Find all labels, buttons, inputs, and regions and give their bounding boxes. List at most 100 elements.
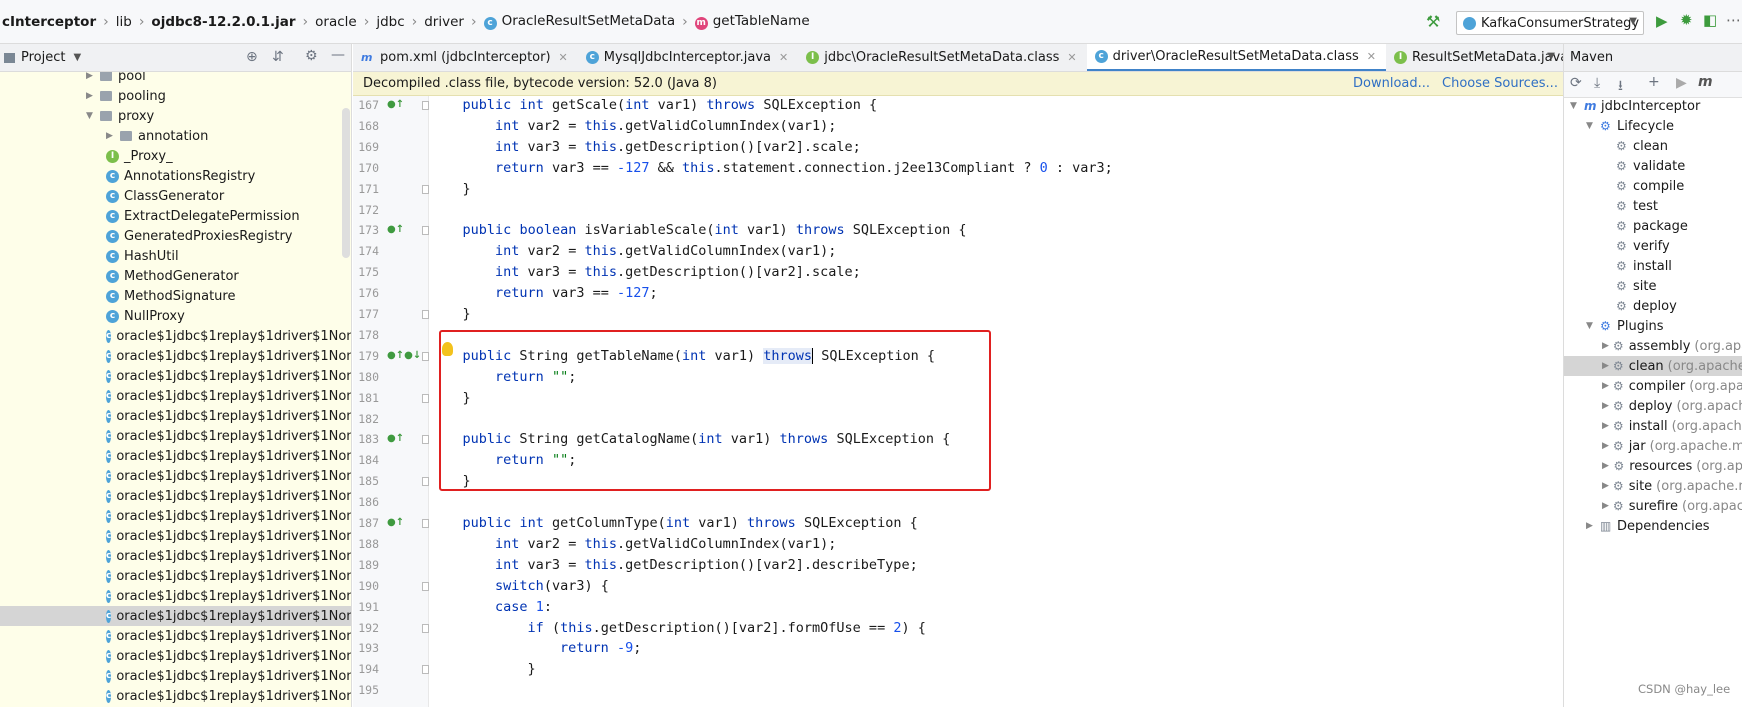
chevron-down-icon[interactable]: ▼ [1586,121,1596,131]
tree-item[interactable]: c ExtractDelegatePermission [0,206,351,226]
editor-tab[interactable]: m pom.xml (jdbcInterceptor) ✕ [353,44,578,71]
locate-icon[interactable]: ⊕ [246,49,258,65]
maven-tree-item[interactable]: ⚙ site [1564,276,1742,296]
chevron-right-icon[interactable]: ▶ [1602,341,1609,351]
tree-item[interactable]: c oracle$1jdbc$1replay$1driver$1NonTxnRep… [0,606,351,626]
maven-tree-item[interactable]: ⚙ deploy [1564,296,1742,316]
tree-item[interactable]: c oracle$1jdbc$1replay$1driver$1NonTxnRep… [0,426,351,446]
chevron-down-icon[interactable]: ▼ [1586,321,1596,331]
tree-item[interactable]: c oracle$1jdbc$1replay$1driver$1NonTxnRep… [0,386,351,406]
run-icon[interactable]: ▶ [1656,12,1668,30]
maven-goal-icon[interactable]: m [1698,74,1713,90]
editor-tab[interactable]: IResultSetMetaData.java✕ [1386,44,1563,71]
maven-tree-item[interactable]: ⚙ verify [1564,236,1742,256]
maven-tree-item[interactable]: ⚙ test [1564,196,1742,216]
reload-icon[interactable]: ⟳ [1570,75,1582,91]
fold-marker-icon[interactable] [422,101,429,110]
tree-item[interactable]: c oracle$1jdbc$1replay$1driver$1NonTxnRep… [0,626,351,646]
breadcrumb-item[interactable]: m getTableName [694,13,810,30]
project-panel-title[interactable]: Project [21,50,65,65]
download-icon[interactable]: ⭳ [1618,75,1623,99]
fold-marker-icon[interactable] [422,435,429,445]
chevron-right-icon[interactable]: ▶ [1602,401,1609,411]
fold-marker-icon[interactable] [422,665,429,675]
close-icon[interactable]: ✕ [559,51,568,64]
breadcrumb-item[interactable]: jdbc [376,14,404,30]
tree-item[interactable]: c oracle$1jdbc$1replay$1driver$1NonTxnRep… [0,406,351,426]
fold-marker-icon[interactable] [422,477,429,487]
close-icon[interactable]: ✕ [1367,50,1376,63]
breadcrumb-item[interactable]: oracle [315,14,357,30]
chevron-right-icon[interactable]: ▶ [1602,441,1609,451]
debug-icon[interactable]: ✹ [1680,11,1693,29]
override-marker-icon[interactable]: ●↑ [387,99,404,110]
chevron-right-icon[interactable]: ▶ [1602,361,1609,371]
fold-marker-icon[interactable] [422,351,429,361]
tree-item[interactable]: c oracle$1jdbc$1replay$1driver$1NonTxnRep… [0,506,351,526]
fold-marker-icon[interactable] [422,184,429,194]
chevron-right-icon[interactable]: ▶ [1586,521,1596,531]
fold-marker-icon[interactable] [422,623,429,633]
tree-item[interactable]: ▶ pool [0,72,351,86]
close-icon[interactable]: ✕ [779,51,788,64]
tree-item[interactable]: c oracle$1jdbc$1replay$1driver$1NonTxnRep… [0,526,351,546]
tree-item[interactable]: c oracle$1jdbc$1replay$1driver$1NonTxnRep… [0,366,351,386]
lightbulb-icon[interactable] [442,342,453,356]
override-marker-icon[interactable]: ●↑ [387,224,404,235]
maven-tree-item[interactable]: ▶ ⚙ resources (org.ap [1564,456,1742,476]
breadcrumb-item[interactable]: c OracleResultSetMetaData [483,13,675,30]
close-icon[interactable]: ✕ [1067,51,1076,64]
maven-tree-item[interactable]: ⚙ install [1564,256,1742,276]
tree-item[interactable]: c oracle$1jdbc$1replay$1driver$1NonTxnRep… [0,486,351,506]
override-marker-icon[interactable]: ●↑●↓ [387,350,421,361]
maven-tree-item[interactable]: ⚙ validate [1564,156,1742,176]
maven-tree-item[interactable]: ▼ m jdbcInterceptor [1564,98,1742,116]
tree-item[interactable]: c NullProxy [0,306,351,326]
chevron-right-icon[interactable]: ▶ [1602,381,1609,391]
tree-item[interactable]: c MethodGenerator [0,266,351,286]
override-marker-icon[interactable]: ●↑ [387,517,404,528]
tree-item[interactable]: ▶ annotation [0,126,351,146]
tree-item[interactable]: c oracle$1jdbc$1replay$1driver$1NonTxnRep… [0,346,351,366]
chevron-down-icon[interactable]: ▼ [1547,51,1555,62]
fold-marker-icon[interactable] [422,393,429,403]
chevron-right-icon[interactable]: ▶ [106,131,116,141]
chevron-down-icon[interactable]: ▼ [73,52,81,63]
breadcrumb-item[interactable]: cInterceptor [2,14,96,30]
editor-tab[interactable]: c MysqlJdbcInterceptor.java ✕ [578,44,798,71]
tree-item[interactable]: c MethodSignature [0,286,351,306]
chevron-down-icon[interactable]: ▼ [86,111,96,121]
maven-tree-item[interactable]: ▶ ▥ Dependencies [1564,516,1742,536]
tree-item[interactable]: c oracle$1jdbc$1replay$1driver$1NonTxnRep… [0,646,351,666]
tree-item[interactable]: c oracle$1jdbc$1replay$1driver$1NonTxnRep… [0,446,351,466]
maven-tree-item[interactable]: ⚙ clean [1564,136,1742,156]
breadcrumb-item[interactable]: lib [116,14,132,30]
tree-item[interactable]: c ClassGenerator [0,186,351,206]
fold-marker-icon[interactable] [422,581,429,591]
maven-tree-item[interactable]: ▼ ⚙ Plugins [1564,316,1742,336]
maven-tree-item[interactable]: ▶ ⚙ install (org.apache [1564,416,1742,436]
maven-tree-item[interactable]: ▼ ⚙ Lifecycle [1564,116,1742,136]
tree-item[interactable]: c oracle$1jdbc$1replay$1driver$1NonTxnRep… [0,466,351,486]
run-configuration-select[interactable]: KafkaConsumerStrategy ▼ [1456,11,1644,35]
maven-tree-item[interactable]: ▶ ⚙ surefire (org.apac [1564,496,1742,516]
hammer-build-icon[interactable]: ⚒ [1426,12,1440,31]
minimize-icon[interactable]: — [331,47,345,63]
maven-tree-item[interactable]: ▶ ⚙ site (org.apache.m [1564,476,1742,496]
collapse-all-icon[interactable]: ⇵ [272,49,284,65]
maven-tree-item[interactable]: ▶ ⚙ jar (org.apache.m [1564,436,1742,456]
coverage-icon[interactable]: ◧ [1703,11,1717,29]
tree-item[interactable]: c oracle$1jdbc$1replay$1driver$1NonTxnRep… [0,586,351,606]
gear-icon[interactable]: ⚙ [305,48,318,64]
tree-item[interactable]: c oracle$1jdbc$1replay$1driver$1NonTxnRep… [0,566,351,586]
breadcrumb-item[interactable]: ojdbc8-12.2.0.1.jar [151,14,295,30]
editor-tab[interactable]: Ijdbc\OracleResultSetMetaData.class ✕ [798,44,1086,71]
run-maven-icon[interactable]: ▶ [1676,75,1687,91]
chevron-right-icon[interactable]: ▶ [1602,501,1609,511]
tree-item[interactable]: c GeneratedProxiesRegistry [0,226,351,246]
tree-item[interactable]: c HashUtil [0,246,351,266]
chevron-right-icon[interactable]: ▶ [1602,461,1609,471]
maven-tree-item[interactable]: ▶⚙ assembly(org.apache [1564,336,1742,356]
chevron-right-icon[interactable]: ▶ [1602,481,1609,491]
fold-marker-icon[interactable] [422,310,429,319]
